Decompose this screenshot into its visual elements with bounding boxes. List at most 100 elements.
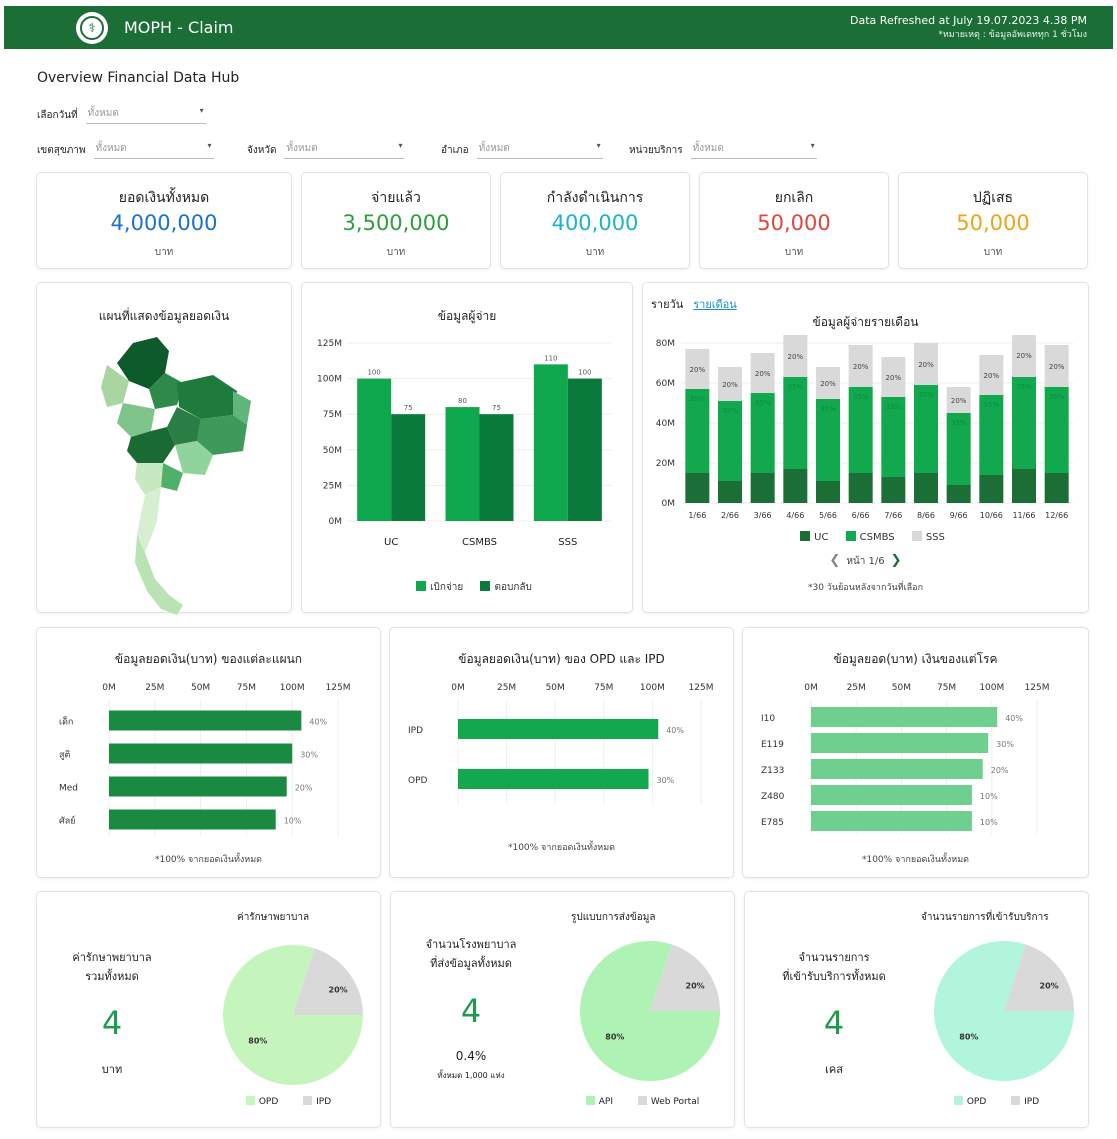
data-label: 20% (991, 766, 1009, 775)
moph-logo-icon: ⚕ (80, 16, 104, 40)
legend-swatch (637, 1096, 647, 1105)
legend-label: OPD (258, 1097, 279, 1107)
tab-monthly[interactable]: รายเดือน (693, 298, 737, 311)
x-tick-label: 125M (1025, 683, 1050, 693)
x-tick-label: 125M (689, 683, 714, 693)
x-tick-label: CSMBS (462, 537, 497, 548)
data-label: 75 (404, 404, 413, 412)
stack-segment (1044, 473, 1069, 503)
kpi-label: ปฏิเสธ (972, 190, 1014, 206)
stack-segment (750, 473, 775, 503)
monthly-stacked-chart: 0M 20M 40M 60M 80M 35% 20% 1/66 35% 20% 2/66 35% 20%… (656, 335, 1073, 520)
bar (533, 364, 568, 521)
kpi-value: 3,500,000 (342, 211, 450, 235)
kpi-unit: บาท (585, 247, 605, 258)
chevron-left-icon[interactable]: ❮ (829, 553, 840, 568)
data-label: 20% (918, 361, 934, 369)
y-tick-label: IPD (408, 726, 423, 736)
province-filter-value: ทั้งหมด (286, 143, 318, 154)
pie-card-cost: ค่ารักษาพยาบาล ค่ารักษาพยาบาล รวมทั้งหมด … (36, 891, 381, 1128)
date-filter-value: ทั้งหมด (87, 108, 119, 119)
bar (567, 378, 602, 521)
data-label: 10% (980, 792, 998, 801)
x-tick-label: 3/66 (754, 511, 772, 520)
district-filter-value: ทั้งหมด (478, 143, 510, 154)
pie-stat-value: 4 (101, 1004, 123, 1042)
data-label: 110 (544, 354, 557, 362)
data-label: 35% (690, 395, 706, 403)
date-filter-dropdown[interactable]: ทั้งหมด ▾ (85, 106, 206, 124)
x-tick-label: 10/66 (980, 511, 1003, 520)
date-filter-label: เลือกวันที่ (37, 109, 78, 121)
kpi-value: 400,000 (551, 211, 639, 235)
legend-swatch (911, 531, 922, 541)
data-label: 30% (300, 751, 318, 760)
data-label: 35% (722, 407, 738, 415)
data-label: 20% (788, 353, 804, 361)
refresh-timestamp: Data Refreshed at July 19.07.2023 4.38 P… (850, 14, 1087, 27)
kpi-card-rejected: ปฏิเสธ 50,000 บาท (898, 172, 1088, 269)
pie-stat-line: จำนวนรายการ (798, 951, 870, 964)
pie-legend: API Web Portal (551, 1096, 734, 1107)
data-label: 20% (886, 374, 902, 382)
x-tick-label: 75M (594, 683, 613, 693)
y-tick-label: 100M (317, 375, 342, 385)
chevron-down-icon: ▾ (810, 141, 815, 150)
data-label: 30% (657, 776, 675, 785)
disease-chart-title: ข้อมูลยอด(บาท) เงินของแต่โรค (833, 652, 998, 666)
y-tick-label: OPD (408, 776, 428, 786)
x-tick-label: 75M (237, 683, 256, 693)
province-filter-label: จังหวัด (247, 144, 277, 156)
tab-daily[interactable]: รายวัน (651, 298, 683, 311)
legend-swatch (480, 581, 491, 591)
y-tick-label: Z480 (761, 792, 785, 802)
chevron-down-icon: ▾ (398, 141, 403, 150)
pie-chart-title: ค่ารักษาพยาบาล (237, 912, 310, 923)
kpi-value: 50,000 (757, 211, 831, 235)
unit-filter-value: ทั้งหมด (692, 143, 724, 154)
stack-segment (848, 473, 873, 503)
data-label: 20% (722, 381, 738, 389)
data-label: 20% (984, 372, 1000, 380)
province-filter-dropdown[interactable]: ทั้งหมด ▾ (284, 141, 405, 159)
legend-label: CSMBS (859, 532, 895, 543)
bar (357, 378, 392, 521)
moph-logo[interactable]: ⚕ (76, 12, 108, 44)
unit-filter-dropdown[interactable]: ทั้งหมด ▾ (690, 141, 817, 159)
pie-stat-line: จำนวนโรงพยาบาล (425, 938, 517, 951)
legend-swatch (245, 1096, 255, 1105)
stack-segment (979, 475, 1004, 503)
legend-label: IPD (1024, 1097, 1040, 1107)
region-filter-dropdown[interactable]: ทั้งหมด ▾ (93, 141, 214, 159)
data-label: 10% (284, 817, 302, 826)
thailand-map[interactable] (37, 323, 293, 623)
x-tick-label: 125M (326, 683, 351, 693)
monthly-chart-title: ข้อมูลผู้จ่ายรายเดือน (812, 315, 919, 329)
x-tick-label: 25M (497, 683, 516, 693)
kpi-unit: บาท (784, 247, 804, 258)
pie-stat-line: ค่ารักษาพยาบาล (72, 951, 152, 964)
data-label: 35% (788, 383, 804, 391)
district-filter-dropdown[interactable]: ทั้งหมด ▾ (476, 141, 603, 159)
data-label: 35% (1016, 383, 1032, 391)
slice-label: 20% (686, 981, 705, 990)
bar (479, 414, 514, 521)
chevron-right-icon[interactable]: ❯ (891, 553, 902, 568)
pie-stat-total: ทั้งหมด 1,000 แห่ง (437, 1071, 505, 1080)
map-region-south-1 (137, 487, 161, 553)
pie-stat-label: จำนวนรายการ ที่เข้ารับบริการทั้งหมด (757, 948, 911, 986)
kpi-unit: บาท (386, 247, 406, 258)
disease-chart-card: ข้อมูลยอด(บาท) เงินของแต่โรค 0M 25M 50M 75M… (742, 627, 1089, 878)
unit-filter-label: หน่วยบริการ (629, 144, 683, 156)
pie-stat-percent: 0.4% (455, 1049, 487, 1063)
data-label: 35% (951, 419, 967, 427)
region-filter-value: ทั้งหมด (95, 143, 127, 154)
data-label: 35% (853, 393, 869, 401)
map-region-central-2 (161, 463, 183, 491)
x-tick-label: 0M (102, 683, 116, 693)
pie-card-submission: รูปแบบการส่งข้อมูล จำนวนโรงพยาบาล ที่ส่งข… (390, 891, 735, 1128)
refresh-info: Data Refreshed at July 19.07.2023 4.38 P… (850, 13, 1087, 43)
bar (458, 719, 659, 739)
kpi-value: 4,000,000 (110, 211, 218, 235)
data-label: 35% (918, 391, 934, 399)
